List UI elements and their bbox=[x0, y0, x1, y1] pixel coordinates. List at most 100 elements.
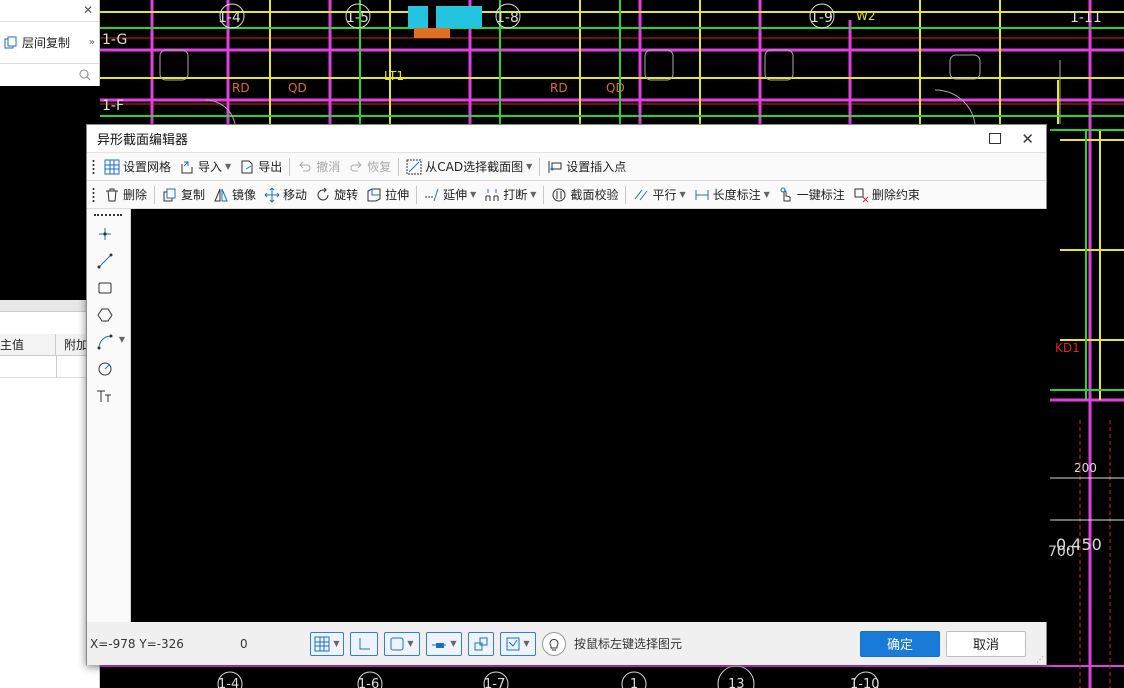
snap-toggle[interactable]: ▼ bbox=[426, 631, 462, 656]
arc-tool[interactable]: ▼ bbox=[93, 331, 125, 353]
hint-toggle[interactable] bbox=[542, 631, 566, 656]
set-insert-point-button[interactable]: 设置插入点 bbox=[543, 156, 630, 178]
circle-tool[interactable] bbox=[93, 358, 117, 380]
ok-button[interactable]: 确定 bbox=[860, 630, 940, 657]
redo-label: 恢复 bbox=[367, 160, 392, 174]
close-icon[interactable]: ✕ bbox=[83, 3, 93, 17]
drawing-canvas[interactable] bbox=[131, 209, 1047, 622]
export-button[interactable]: 导出 bbox=[235, 156, 286, 178]
track-icon bbox=[506, 637, 520, 650]
set-grid-button[interactable]: 设置网格 bbox=[100, 156, 175, 178]
delete-constraint-button[interactable]: 删除约束 bbox=[849, 184, 924, 206]
close-icon[interactable]: ✕ bbox=[1021, 130, 1034, 148]
rotate-icon bbox=[317, 187, 329, 200]
import-button[interactable]: 导入 ▼ bbox=[175, 156, 235, 178]
cancel-button[interactable]: 取消 bbox=[946, 630, 1026, 657]
copy-button[interactable]: 复制 bbox=[158, 184, 209, 206]
redo-button[interactable]: 恢复 bbox=[344, 156, 395, 178]
mirror-icon bbox=[214, 188, 228, 201]
select-from-cad-label: 从CAD选择截面图 bbox=[425, 160, 524, 174]
toolbar-grip[interactable] bbox=[92, 186, 95, 203]
cad-annotation: KD1 bbox=[1055, 341, 1080, 355]
axis-label-bottom: 1-6 bbox=[358, 677, 379, 688]
dropdown-arrow-icon[interactable]: ▼ bbox=[530, 190, 536, 199]
point-tool[interactable] bbox=[93, 223, 117, 245]
break-button[interactable]: 打断 ▼ bbox=[480, 184, 540, 206]
axis-label-top: 1-11 bbox=[1070, 10, 1102, 26]
length-dimension-label: 长度标注 bbox=[712, 188, 761, 202]
stretch-label: 拉伸 bbox=[385, 188, 410, 202]
axis-label-bottom: 1-7 bbox=[484, 677, 505, 688]
section-check-label: 截面校验 bbox=[570, 188, 619, 202]
grid-toggle[interactable]: ▼ bbox=[310, 631, 344, 656]
dropdown-arrow-icon[interactable]: ▼ bbox=[470, 190, 476, 199]
length-dimension-button[interactable]: 长度标注 ▼ bbox=[690, 184, 774, 206]
line-icon bbox=[97, 253, 113, 269]
object-snap-toggle[interactable] bbox=[468, 631, 494, 656]
arc-icon bbox=[97, 334, 113, 350]
cad-annotation: 200 bbox=[1074, 461, 1097, 475]
object-snap-icon bbox=[474, 637, 488, 650]
redo-icon bbox=[350, 161, 362, 171]
extend-button[interactable]: 延伸 ▼ bbox=[420, 184, 480, 206]
dialog-titlebar[interactable]: 异形截面编辑器 ✕ bbox=[87, 125, 1046, 153]
lightbulb-icon bbox=[549, 638, 559, 650]
polygon-tool[interactable] bbox=[93, 304, 117, 326]
track-toggle[interactable]: ▼ bbox=[500, 631, 536, 656]
rectangle-tool[interactable] bbox=[93, 277, 117, 299]
toolbar-grip[interactable] bbox=[92, 158, 95, 175]
cad-annotation: RD bbox=[550, 81, 568, 95]
axis-label-left: 1-F bbox=[102, 98, 124, 114]
coordinate-readout: X=-978 Y=-326 bbox=[90, 636, 184, 651]
search-icon[interactable] bbox=[79, 69, 91, 81]
stretch-icon bbox=[367, 188, 381, 201]
maximize-icon[interactable] bbox=[989, 133, 1002, 144]
copy-between-floors-row[interactable]: 层间复制 » bbox=[0, 22, 99, 64]
search-row[interactable] bbox=[0, 64, 99, 86]
delete-constraint-icon bbox=[854, 188, 869, 202]
copy-label: 复制 bbox=[181, 188, 206, 202]
snap-icon bbox=[432, 642, 447, 648]
parallel-icon bbox=[635, 189, 648, 200]
left-panel-bottom: 主值 附加 bbox=[0, 300, 100, 688]
copy-between-floors-label: 层间复制 bbox=[22, 36, 71, 50]
line-tool[interactable] bbox=[93, 250, 117, 272]
parallel-button[interactable]: 平行 ▼ bbox=[629, 184, 689, 206]
shape-toggle[interactable]: ▼ bbox=[384, 631, 420, 656]
copy-icon bbox=[163, 188, 176, 201]
resize-grip-icon[interactable]: ⋰ bbox=[1036, 655, 1044, 664]
expand-icon[interactable]: » bbox=[89, 37, 95, 48]
undo-button[interactable]: 撤消 bbox=[293, 156, 344, 178]
move-button[interactable]: 移动 bbox=[260, 184, 311, 206]
mirror-button[interactable]: 镜像 bbox=[209, 184, 260, 206]
select-from-cad-button[interactable]: 从CAD选择截面图 ▼ bbox=[402, 156, 536, 178]
dropdown-arrow-icon[interactable]: ▼ bbox=[225, 162, 231, 171]
break-icon bbox=[485, 188, 499, 201]
drawing-tools-panel: ▼ bbox=[87, 209, 131, 622]
cad-annotation: W2 bbox=[856, 9, 876, 23]
set-grid-label: 设置网格 bbox=[123, 160, 172, 174]
section-check-icon bbox=[552, 188, 566, 201]
cad-annotation: QD bbox=[288, 81, 307, 95]
section-check-button[interactable]: 截面校验 bbox=[547, 184, 622, 206]
mirror-label: 镜像 bbox=[232, 188, 257, 202]
text-icon bbox=[97, 390, 111, 402]
axis-label-bottom: 1-4 bbox=[218, 677, 239, 688]
text-tool[interactable] bbox=[93, 385, 117, 407]
left-panel-top: ✕ 层间复制 » bbox=[0, 0, 100, 86]
parallel-label: 平行 bbox=[652, 188, 677, 202]
import-label: 导入 bbox=[198, 160, 223, 174]
dropdown-arrow-icon[interactable]: ▼ bbox=[119, 335, 125, 344]
dropdown-arrow-icon[interactable]: ▼ bbox=[526, 162, 532, 171]
auto-dimension-button[interactable]: 一键标注 bbox=[774, 184, 849, 206]
stretch-button[interactable]: 拉伸 bbox=[362, 184, 413, 206]
dropdown-arrow-icon[interactable]: ▼ bbox=[764, 190, 770, 199]
toolbar-main: 设置网格 导入 ▼ 导出 撤消 恢复 从CAD选择截面图 ▼ 设置插入点 bbox=[87, 153, 1046, 181]
dropdown-arrow-icon[interactable]: ▼ bbox=[679, 190, 685, 199]
hand-icon bbox=[780, 187, 791, 201]
ortho-toggle[interactable] bbox=[350, 631, 378, 656]
circle-icon bbox=[98, 362, 112, 376]
rotate-button[interactable]: 旋转 bbox=[311, 184, 362, 206]
delete-button[interactable]: 删除 bbox=[100, 184, 151, 206]
rectangle-icon bbox=[98, 282, 112, 294]
